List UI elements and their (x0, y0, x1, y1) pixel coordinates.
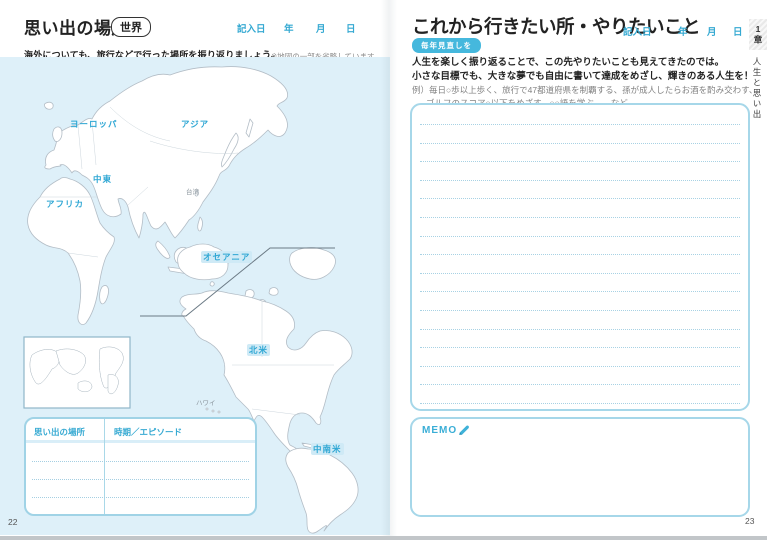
writing-line[interactable] (420, 310, 740, 311)
table-header-episode: 時期／エピソード (114, 426, 182, 438)
writing-line[interactable] (420, 347, 740, 348)
writing-line[interactable] (420, 273, 740, 274)
table-column-divider (104, 419, 105, 514)
writing-line[interactable] (420, 180, 740, 181)
table-writing-line[interactable] (32, 497, 249, 498)
left-date-year[interactable]: 年 (284, 21, 294, 35)
map-label-taiwan: 台湾 (186, 186, 199, 196)
writing-line[interactable] (420, 291, 740, 292)
table-header-band (26, 440, 255, 443)
page-bottom-edge (0, 536, 767, 540)
page-number-right: 23 (745, 516, 754, 526)
right-page-title: これから行きたい所・やりたいこと (412, 13, 700, 39)
table-writing-line[interactable] (32, 479, 249, 480)
writing-line[interactable] (420, 198, 740, 199)
map-label-africa: アフリカ (46, 198, 84, 210)
writing-line[interactable] (420, 236, 740, 237)
writing-line[interactable] (420, 143, 740, 144)
writing-line[interactable] (420, 124, 740, 125)
writing-line[interactable] (420, 254, 740, 255)
map-inset (24, 337, 130, 408)
map-label-asia: アジア (181, 118, 209, 130)
memo-box[interactable]: MEMO (410, 417, 750, 517)
pencil-icon (458, 424, 470, 436)
left-date-day[interactable]: 日 (346, 21, 356, 35)
goals-writing-area[interactable] (410, 103, 750, 411)
writing-line[interactable] (420, 329, 740, 330)
writing-line[interactable] (420, 384, 740, 385)
map-label-latin-america: 中南米 (311, 443, 344, 455)
map-label-oceania: オセアニア (201, 251, 252, 263)
right-intro-text: 人生を楽しく振り返ることで、この先やりたいことも見えてきたのでは。 小さな目標で… (412, 56, 753, 83)
page-gutter (381, 0, 397, 540)
memo-label: MEMO (422, 425, 457, 436)
example-line-1: 例）毎日○歩以上歩く、旅行で47都道府県を制覇する、孫が成人したらお酒を酌み交わ… (412, 84, 757, 97)
chapter-tab-title: 人生と思い出 (751, 57, 763, 120)
right-date-year[interactable]: 年 (678, 24, 688, 38)
map-label-middle-east: 中東 (93, 173, 112, 185)
right-date-day[interactable]: 日 (733, 24, 743, 38)
writing-line[interactable] (420, 161, 740, 162)
table-writing-line[interactable] (32, 461, 249, 462)
writing-line[interactable] (420, 217, 740, 218)
left-date-month[interactable]: 月 (316, 21, 326, 35)
intro-line-1: 人生を楽しく振り返ることで、この先やりたいことも見えてきたのでは。 (412, 56, 753, 70)
map-label-hawaii: ハワイ (196, 397, 216, 407)
memory-places-table[interactable]: 思い出の場所 時期／エピソード (24, 417, 257, 516)
chapter-tab-number[interactable]: 1章 (749, 19, 767, 50)
map-label-europe: ヨーロッパ (70, 118, 118, 130)
intro-line-2: 小さな目標でも、大きな夢でも自由に書いて達成をめざし、輝きのある人生を！ (412, 70, 753, 84)
left-title-tag-world: 世界 (111, 17, 151, 37)
writing-line[interactable] (420, 366, 740, 367)
right-date-label: 記入日 (623, 24, 652, 38)
table-header-place: 思い出の場所 (34, 426, 85, 438)
writing-line[interactable] (420, 403, 740, 404)
right-date-month[interactable]: 月 (707, 24, 717, 38)
page-number-left: 22 (8, 517, 17, 527)
map-label-north-america: 北米 (247, 344, 270, 356)
left-date-label: 記入日 (237, 21, 266, 35)
review-yearly-badge: 毎年見直しを (412, 38, 481, 53)
world-map: ヨーロッパ アジア 中東 アフリカ オセアニア 北米 中南米 台湾 ハワイ 思い… (0, 57, 390, 535)
